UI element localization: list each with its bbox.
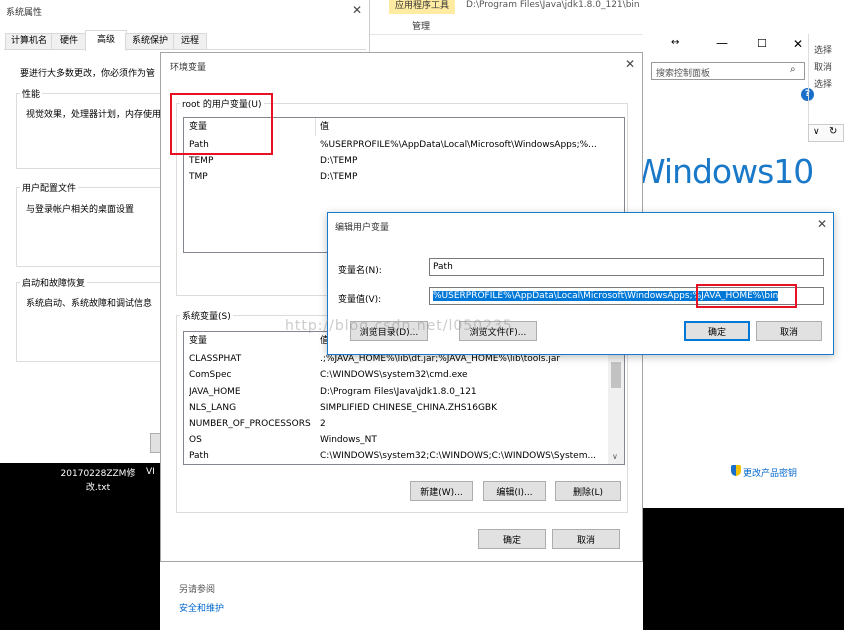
explorer-ribbon: 应用程序工具 管理 D:\Program Files\Java\jdk1.8.0… (370, 0, 844, 35)
close-icon[interactable]: ✕ (793, 37, 803, 51)
var-value: Windows_NT (320, 435, 377, 445)
highlight-box-user-path (170, 93, 273, 155)
var-value: C:\WINDOWS\system32;C:\WINDOWS;C:\WINDOW… (320, 451, 597, 461)
security-link[interactable]: 安全和维护 (179, 601, 224, 614)
var-name: NLS_LANG (189, 403, 237, 413)
var-name: OS (189, 435, 202, 445)
ribbon-sub-manage[interactable]: 管理 (412, 19, 430, 32)
var-name: CLASSPHAT (189, 354, 242, 364)
table-row[interactable]: NUMBER_OF_PROCESSORS 2 (184, 416, 608, 432)
ok-button[interactable]: 确定 (684, 321, 750, 341)
cancel-button[interactable]: 取消 (552, 529, 620, 549)
startup-desc: 系统启动、系统故障和调试信息 (26, 299, 153, 309)
highlight-box-java-home (696, 284, 797, 308)
minimize-icon[interactable]: — (716, 36, 728, 50)
var-value: C:\WINDOWS\system32\cmd.exe (320, 370, 468, 380)
desktop-area: 20170228ZZM修改.txt VI (0, 463, 160, 630)
ribbon-tab-app-tools[interactable]: 应用程序工具 (389, 0, 455, 14)
table-row[interactable]: Path C:\WINDOWS\system32;C:\WINDOWS;C:\W… (184, 448, 608, 464)
var-name: TEMP (189, 156, 214, 166)
maximize-icon[interactable]: ☐ (757, 37, 767, 50)
var-name-field[interactable]: Path (429, 258, 824, 276)
var-value: 2 (320, 419, 326, 429)
var-name: Path (189, 451, 209, 461)
system-variables-label: 系统变量(S) (180, 309, 233, 322)
tab-remote[interactable]: 远程 (173, 33, 207, 50)
column-divider (315, 118, 316, 136)
close-icon[interactable]: ✕ (625, 57, 635, 71)
right-menu-item-2[interactable]: 取消 (814, 60, 832, 73)
startup-group (16, 282, 166, 362)
var-value-label: 变量值(V): (338, 295, 382, 305)
nav-toolbar: ∨ ↻ (808, 124, 844, 142)
resize-icon: ↔ (671, 37, 680, 48)
var-value: %USERPROFILE%\AppData\Local\Microsoft\Wi… (320, 140, 597, 150)
performance-title: 性能 (20, 87, 43, 100)
col-val-header[interactable]: 值 (320, 119, 610, 135)
var-name: TMP (189, 172, 208, 182)
table-row[interactable]: NLS_LANG SIMPLIFIED CHINESE_CHINA.ZHS16G… (184, 400, 608, 416)
change-product-key-link[interactable]: 更改产品密钥 (743, 466, 797, 479)
table-row[interactable]: TMP D:\TEMP (184, 169, 624, 185)
col-var-header[interactable]: 变量 (189, 333, 314, 349)
var-value: SIMPLIFIED CHINESE_CHINA.ZHS16GBK (320, 403, 498, 413)
var-name: JAVA_HOME (189, 387, 241, 397)
window-title: 系统属性 (6, 8, 43, 18)
profile-group (16, 187, 166, 267)
dialog-title: 环境变量 (170, 63, 207, 73)
scroll-down-icon[interactable]: ∨ (612, 452, 618, 461)
watermark-text: http://blog.csdn.net/l050235 (285, 318, 513, 334)
startup-title: 启动和故障恢复 (20, 276, 88, 289)
table-row[interactable]: OS Windows_NT (184, 432, 608, 448)
system-edit-button[interactable]: 编辑(I)... (483, 481, 546, 501)
profile-title: 用户配置文件 (20, 181, 79, 194)
close-icon[interactable]: ✕ (817, 217, 827, 231)
search-icon[interactable]: ⌕ (790, 64, 796, 75)
search-box[interactable]: 搜索控制面板 ⌕ (651, 62, 805, 80)
right-menu-item-3[interactable]: 选择 (814, 77, 832, 90)
see-also-label: 另请参阅 (179, 585, 216, 595)
desktop-vi-label[interactable]: VI (146, 467, 155, 477)
windows10-logo: Windows10 (633, 152, 814, 191)
chevron-down-icon[interactable]: ∨ (813, 127, 820, 137)
right-menu-item-1[interactable]: 选择 (814, 43, 832, 56)
table-row[interactable]: ComSpec C:\WINDOWS\system32\cmd.exe (184, 367, 608, 383)
cancel-button[interactable]: 取消 (756, 321, 822, 341)
dialog-title: 编辑用户变量 (335, 223, 390, 233)
table-row[interactable]: JAVA_HOME D:\Program Files\Java\jdk1.8.0… (184, 384, 608, 400)
desktop-area-right (643, 508, 844, 630)
tab-computer-name[interactable]: 计算机名 (5, 33, 53, 50)
var-name-label: 变量名(N): (338, 266, 382, 276)
var-value: D:\TEMP (320, 156, 358, 166)
performance-desc: 视觉效果，处理器计划，内存使用 (26, 110, 162, 120)
table-row[interactable]: TEMP D:\TEMP (184, 153, 624, 169)
var-name-value: Path (433, 262, 453, 272)
close-icon[interactable]: ✕ (352, 3, 362, 17)
refresh-icon[interactable]: ↻ (829, 126, 837, 137)
panel-divider (808, 34, 809, 124)
desktop-file-label[interactable]: 20170228ZZM修改.txt (58, 467, 138, 495)
var-value: D:\Program Files\Java\jdk1.8.0_121 (320, 387, 477, 397)
performance-group (16, 93, 166, 169)
var-value: D:\TEMP (320, 172, 358, 182)
explorer-path: D:\Program Files\Java\jdk1.8.0_121\bin (466, 0, 640, 10)
scrollbar-thumb[interactable] (611, 362, 621, 388)
shield-icon (731, 465, 741, 476)
ok-button[interactable]: 确定 (478, 529, 546, 549)
tab-advanced[interactable]: 高级 (85, 30, 127, 51)
tab-hardware[interactable]: 硬件 (51, 33, 87, 50)
var-name: NUMBER_OF_PROCESSORS (189, 419, 311, 429)
system-new-button[interactable]: 新建(W)... (410, 481, 473, 501)
system-delete-button[interactable]: 删除(L) (555, 481, 621, 501)
search-placeholder: 搜索控制面板 (656, 69, 711, 79)
var-name: ComSpec (189, 370, 232, 380)
profile-desc: 与登录帐户相关的桌面设置 (26, 205, 135, 215)
tab-system-protection[interactable]: 系统保护 (125, 33, 175, 50)
admin-note: 要进行大多数更改，你必须作为管 (20, 69, 156, 79)
